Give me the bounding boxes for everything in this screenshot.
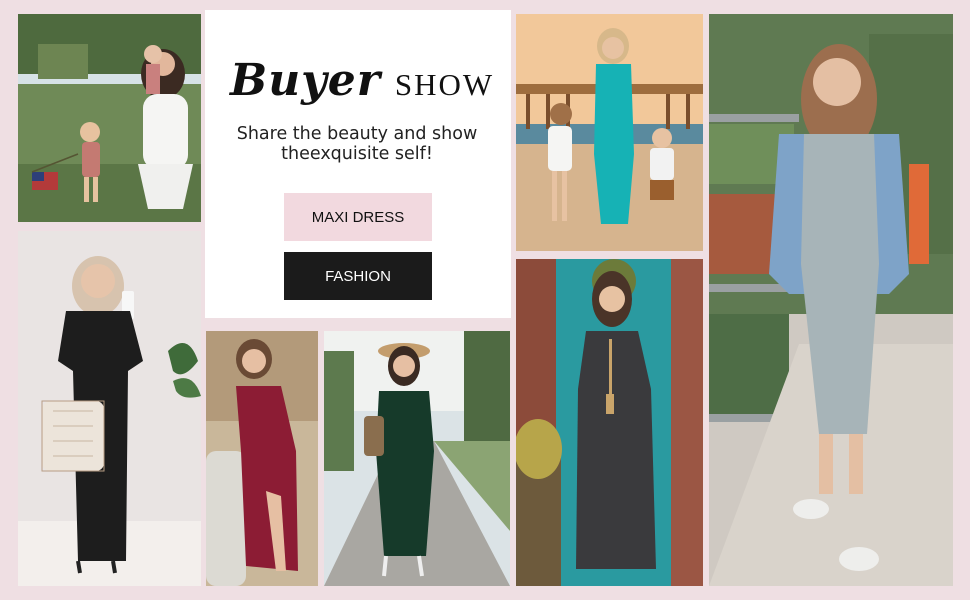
photo-black-dress-selfie xyxy=(18,231,201,586)
photo-beach-family xyxy=(516,14,703,251)
heading-script-word: Buyer xyxy=(230,55,381,106)
photo-grey-dress-door xyxy=(516,259,703,586)
buyer-show-collage: Buyer SHOW Share the beauty and show thee… xyxy=(0,0,970,600)
tagline-line-1: Share the beauty and show xyxy=(236,124,478,144)
heading-show-word: SHOW xyxy=(394,67,495,102)
photo-denim-jacket xyxy=(709,14,953,586)
photo-green-dress xyxy=(324,331,510,586)
photo-park-family xyxy=(18,14,201,222)
photo-burgundy-dress xyxy=(206,331,318,586)
maxi-dress-button[interactable]: MAXI DRESS xyxy=(284,193,432,241)
tagline-line-2: theexquisite self! xyxy=(281,144,433,164)
tagline: Share the beauty and show theexquisite s… xyxy=(218,124,496,164)
fashion-button[interactable]: FASHION xyxy=(284,252,432,300)
heading: Buyer SHOW xyxy=(230,55,494,106)
